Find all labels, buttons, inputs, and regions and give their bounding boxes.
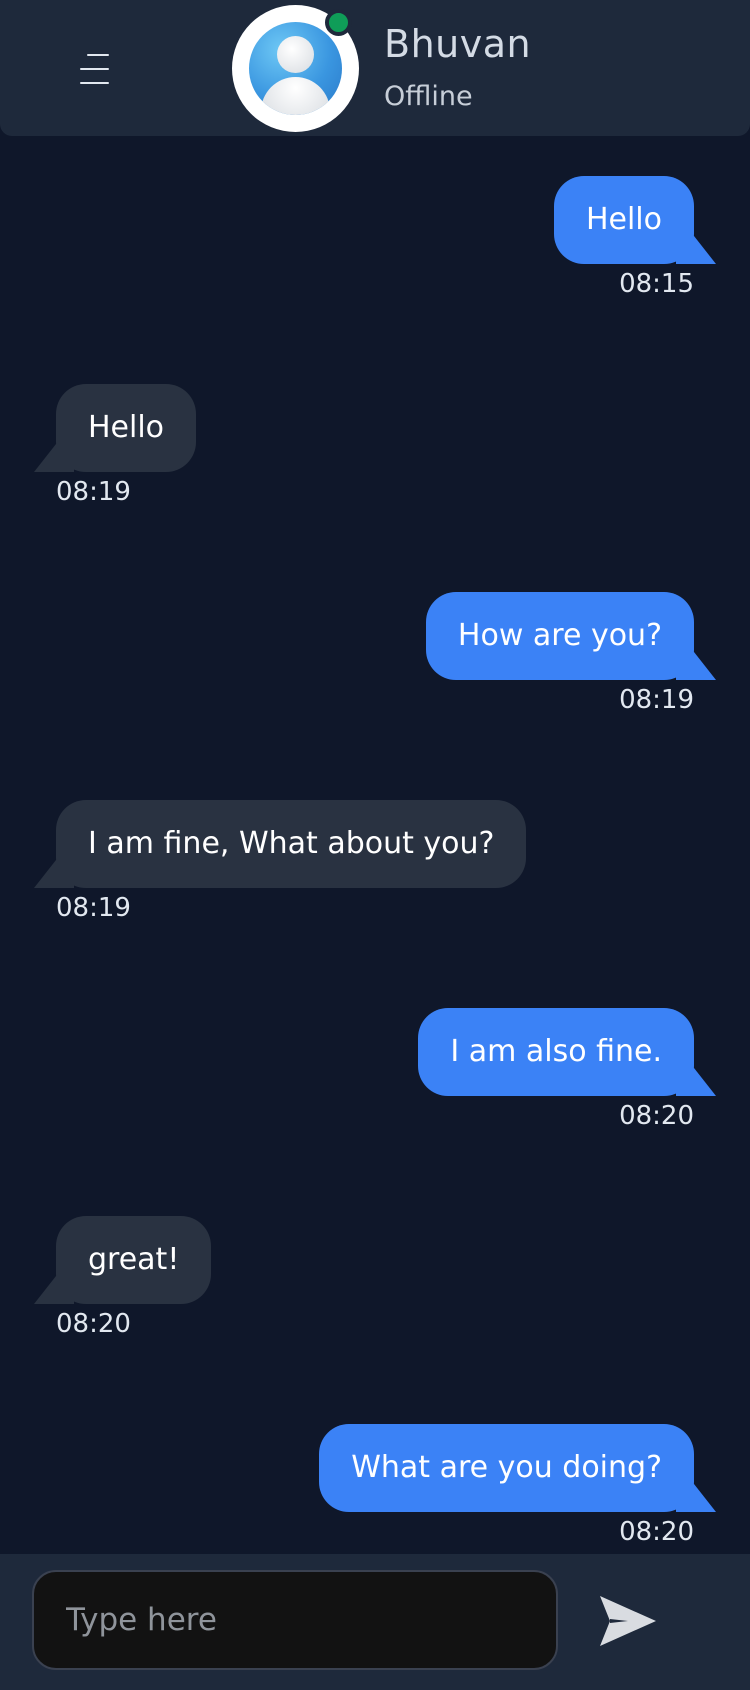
message-time: 08:20 — [619, 1517, 694, 1547]
message-sent: What are you doing? 08:20 — [319, 1424, 694, 1547]
message-time: 08:19 — [56, 477, 131, 507]
message-received: Hello 08:19 — [56, 384, 197, 507]
message-bubble[interactable]: I am fine, What about you? — [56, 800, 527, 888]
user-avatar-icon — [249, 22, 342, 115]
message-sent: How are you? 08:19 — [425, 592, 694, 715]
message-sent: Hello 08:15 — [553, 176, 694, 299]
message-bubble[interactable]: Hello — [553, 176, 694, 264]
message-bubble[interactable]: What are you doing? — [319, 1424, 694, 1512]
message-list[interactable]: Hello 08:15 Hello 08:19 How are you? 08:… — [0, 136, 750, 1554]
message-bubble[interactable]: How are you? — [425, 592, 694, 680]
online-dot-icon — [325, 9, 352, 36]
message-received: I am fine, What about you? 08:19 — [56, 800, 527, 923]
hamburger-menu-icon[interactable] — [80, 54, 109, 84]
message-sent: I am also fine. 08:20 — [418, 1008, 694, 1131]
message-time: 08:20 — [56, 1309, 131, 1339]
message-time: 08:19 — [619, 685, 694, 715]
contact-name: Bhuvan — [384, 22, 532, 66]
message-input[interactable] — [32, 1570, 558, 1670]
send-arrow-icon[interactable] — [598, 1594, 658, 1648]
message-received: great! 08:20 — [56, 1216, 212, 1339]
contact-status: Offline — [384, 81, 473, 112]
message-time: 08:20 — [619, 1101, 694, 1131]
message-bubble[interactable]: great! — [56, 1216, 212, 1304]
message-bubble[interactable]: Hello — [56, 384, 197, 472]
chat-header: Bhuvan Offline — [0, 0, 750, 136]
composer-bar — [0, 1554, 750, 1690]
message-time: 08:19 — [56, 893, 131, 923]
message-bubble[interactable]: I am also fine. — [418, 1008, 694, 1096]
message-time: 08:15 — [619, 269, 694, 299]
